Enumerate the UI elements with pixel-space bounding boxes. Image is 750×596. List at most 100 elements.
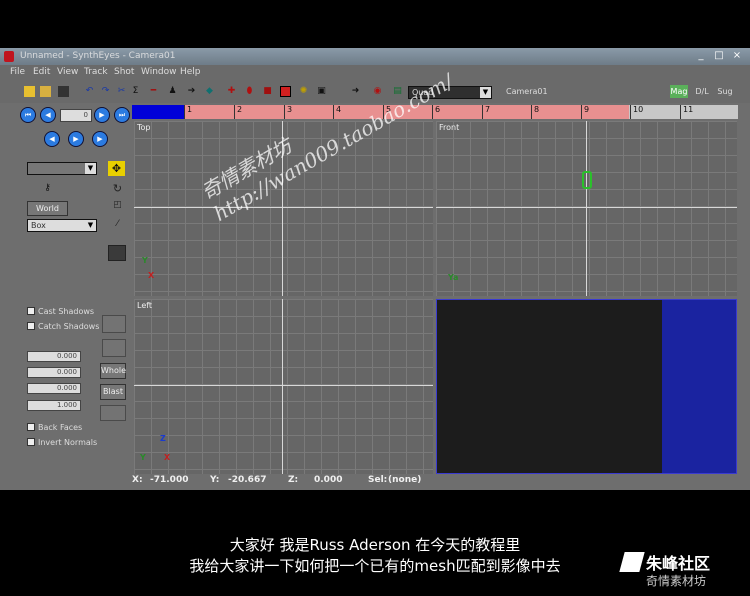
- mode-icon[interactable]: ▣: [316, 86, 327, 97]
- step-back-icon[interactable]: ◀: [40, 107, 56, 123]
- camera-label: Camera01: [506, 87, 548, 96]
- whole-button[interactable]: Whole: [100, 363, 126, 379]
- color-swatch[interactable]: [108, 245, 126, 261]
- line-tool-icon[interactable]: ━: [148, 86, 159, 97]
- menu-edit[interactable]: Edit: [33, 67, 50, 77]
- move-tool-icon[interactable]: ✥: [108, 161, 125, 176]
- z-logo-icon: [619, 552, 645, 572]
- param-field[interactable]: 0.000: [27, 383, 81, 394]
- status-y-value: -20.667: [228, 475, 267, 485]
- frame-tick: 11: [680, 105, 693, 119]
- catch-shadows-label: Catch Shadows: [38, 322, 100, 331]
- person-icon[interactable]: ♟: [167, 86, 178, 97]
- frame-tick: 2: [234, 105, 242, 119]
- status-x-value: -71.000: [150, 475, 189, 485]
- play-back-icon[interactable]: ◀: [44, 131, 60, 147]
- mesh-type-select[interactable]: Box ▼: [27, 219, 97, 232]
- arrow-right-icon[interactable]: ➔: [186, 86, 197, 97]
- viewport-left[interactable]: Left Z Y X: [134, 299, 433, 474]
- mesh-marker[interactable]: [582, 171, 592, 189]
- pin-icon[interactable]: ⬮: [244, 86, 255, 97]
- viewport-front[interactable]: Front Ya: [436, 121, 737, 296]
- step-forward-icon[interactable]: ▶: [94, 107, 110, 123]
- axis-ya-label: Ya: [448, 273, 459, 282]
- close-button[interactable]: ×: [730, 50, 744, 62]
- light-icon[interactable]: ✺: [298, 86, 309, 97]
- mag-button[interactable]: Mag: [670, 85, 688, 98]
- menu-file[interactable]: File: [10, 67, 25, 77]
- redo-icon[interactable]: ↷: [100, 86, 111, 97]
- status-y-label: Y:: [210, 475, 220, 485]
- disabled-button[interactable]: [100, 405, 126, 421]
- param-field[interactable]: 1.000: [27, 400, 81, 411]
- menu-help[interactable]: Help: [180, 67, 201, 77]
- go-start-icon[interactable]: ⏮: [20, 107, 36, 123]
- play-icon[interactable]: ▶: [68, 131, 84, 147]
- menu-shot[interactable]: Shot: [114, 67, 134, 77]
- back-faces-checkbox[interactable]: Back Faces: [27, 423, 82, 432]
- timeline-bar[interactable]: 1 2 3 4 5 6 7 8 9 10 11: [132, 105, 738, 119]
- lock-icon[interactable]: ⚷: [42, 183, 53, 194]
- disabled-button[interactable]: [102, 339, 126, 357]
- camera-viewport[interactable]: [436, 299, 737, 474]
- status-x-label: X:: [132, 475, 143, 485]
- title-bar: Unnamed - SynthEyes - Camera01 _ □ ×: [0, 48, 750, 65]
- corner-logo-line2: 奇情素材坊: [646, 574, 707, 588]
- catch-shadows-checkbox[interactable]: Catch Shadows: [27, 322, 99, 331]
- maximize-button[interactable]: □: [712, 50, 726, 62]
- axis-y-label: Y: [140, 453, 146, 462]
- viewport-label: Front: [439, 123, 460, 132]
- app-logo-icon: [4, 51, 14, 62]
- corner-logo: 朱峰社区 奇情素材坊: [619, 548, 747, 592]
- blast-button[interactable]: Blast: [100, 384, 126, 400]
- undo-icon[interactable]: ↶: [84, 86, 95, 97]
- sum-icon[interactable]: Σ: [130, 86, 141, 97]
- axis-line: [134, 207, 433, 208]
- go-end-icon[interactable]: ⏭: [114, 107, 130, 123]
- status-bar: X: -71.000 Y: -20.667 Z: 0.000 Sel: (non…: [132, 475, 738, 487]
- world-button[interactable]: World: [27, 201, 68, 216]
- menu-track[interactable]: Track: [84, 67, 108, 77]
- chevron-down-icon: ▼: [85, 220, 96, 231]
- frame-tick: 1: [184, 105, 192, 119]
- minimize-button[interactable]: _: [694, 50, 708, 62]
- sug-button[interactable]: Sug: [716, 85, 734, 98]
- param-field[interactable]: 0.000: [27, 367, 81, 378]
- chevron-down-icon: ▼: [85, 163, 96, 174]
- mesh-type-value: Box: [31, 221, 46, 230]
- cast-shadows-checkbox[interactable]: Cast Shadows: [27, 307, 94, 316]
- new-file-icon[interactable]: [24, 86, 35, 97]
- save-icon[interactable]: [58, 86, 69, 97]
- axis-line: [134, 385, 433, 386]
- mesh-icon[interactable]: [280, 86, 291, 97]
- timeline-played: [132, 105, 184, 119]
- param-field[interactable]: 0.000: [27, 351, 81, 362]
- scale-icon[interactable]: ◰: [112, 200, 123, 211]
- checkbox-box: [27, 322, 35, 330]
- axis-x-label: X: [164, 453, 171, 462]
- crosshair-icon[interactable]: ✚: [226, 86, 237, 97]
- chevron-down-icon: ▼: [480, 87, 491, 98]
- window-title: Unnamed - SynthEyes - Camera01: [20, 51, 176, 61]
- dl-button[interactable]: D/L: [694, 85, 710, 98]
- cast-shadows-label: Cast Shadows: [38, 307, 95, 316]
- checkbox-box: [27, 423, 35, 431]
- rotate-icon[interactable]: ↻: [112, 183, 123, 194]
- invert-normals-label: Invert Normals: [38, 438, 98, 447]
- wand-icon[interactable]: ⁄: [112, 219, 123, 230]
- status-z-value: 0.000: [314, 475, 343, 485]
- menu-window[interactable]: Window: [141, 67, 177, 77]
- record-icon[interactable]: ■: [262, 86, 273, 97]
- play-forward-icon[interactable]: ▶: [92, 131, 108, 147]
- scissors-icon[interactable]: ✂: [116, 86, 127, 97]
- track-tool-icon[interactable]: ◆: [204, 86, 215, 97]
- frame-field[interactable]: 0: [60, 109, 92, 122]
- object-select[interactable]: ▼: [27, 162, 97, 175]
- open-folder-icon[interactable]: [40, 86, 51, 97]
- axis-x-label: X: [148, 271, 155, 280]
- disabled-button[interactable]: [102, 315, 126, 333]
- status-sel-value: (none): [388, 475, 422, 485]
- frame-tick: 3: [284, 105, 292, 119]
- invert-normals-checkbox[interactable]: Invert Normals: [27, 438, 97, 447]
- menu-view[interactable]: View: [57, 67, 78, 77]
